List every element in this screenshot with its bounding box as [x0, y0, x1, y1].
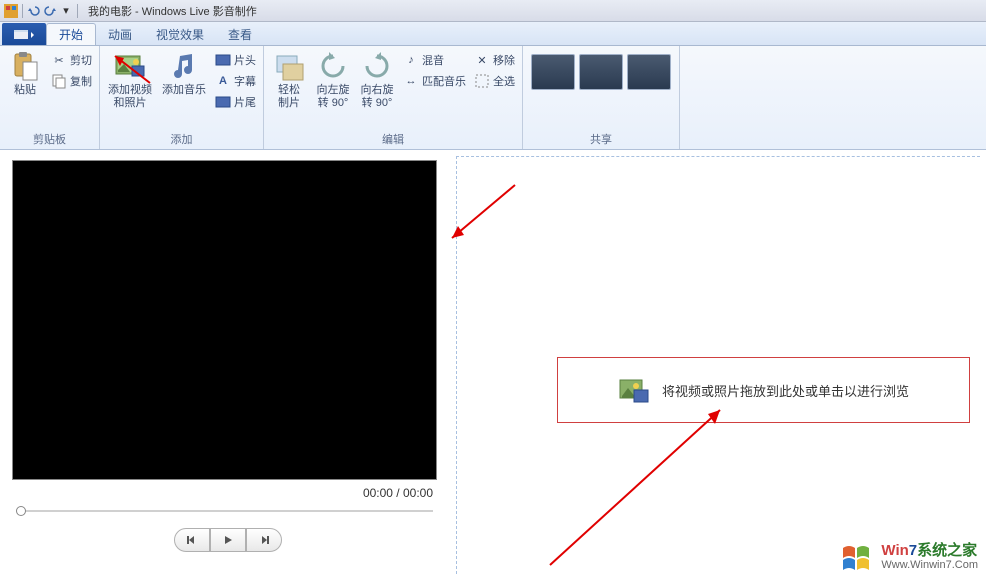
windows-logo-icon: [839, 542, 875, 574]
music-icon: [168, 50, 200, 82]
ribbon: 粘贴 ✂剪切 复制 剪贴板 添加视频 和照片 添加音乐 片头 A字幕 片尾: [0, 46, 986, 150]
app-icon: [4, 4, 18, 18]
tab-animation[interactable]: 动画: [96, 23, 144, 45]
window-title: 我的电影 - Windows Live 影音制作: [84, 3, 257, 19]
drop-hint-text: 将视频或照片拖放到此处或单击以进行浏览: [662, 381, 909, 400]
watermark-url: Www.Winwin7.Com: [881, 558, 978, 572]
group-add: 添加视频 和照片 添加音乐 片头 A字幕 片尾 添加: [100, 46, 264, 149]
selectall-icon: [474, 73, 490, 89]
ribbon-tabs: 开始 动画 视觉效果 查看: [0, 22, 986, 46]
copy-button[interactable]: 复制: [48, 71, 95, 91]
rotate-left-icon: [317, 50, 349, 82]
title-bar: ▾ 我的电影 - Windows Live 影音制作: [0, 0, 986, 22]
file-tab[interactable]: [2, 23, 46, 45]
caption-button[interactable]: A字幕: [212, 71, 259, 91]
mix-button[interactable]: ♪混音: [400, 50, 469, 70]
remove-icon: ✕: [474, 52, 490, 68]
play-button[interactable]: [210, 528, 246, 552]
rotate-left-button[interactable]: 向左旋 转 90°: [312, 48, 354, 112]
undo-icon[interactable]: [27, 4, 41, 18]
share-gallery[interactable]: [527, 48, 675, 96]
timeline-pane[interactable]: 将视频或照片拖放到此处或单击以进行浏览: [456, 156, 980, 574]
tab-view[interactable]: 查看: [216, 23, 264, 45]
redo-icon[interactable]: [43, 4, 57, 18]
rotate-right-button[interactable]: 向右旋 转 90°: [356, 48, 398, 112]
title-button[interactable]: 片头: [212, 50, 259, 70]
watermark: Win7系统之家 Www.Winwin7.Com: [839, 542, 978, 574]
credits-button[interactable]: 片尾: [212, 92, 259, 112]
title-icon: [215, 52, 231, 68]
caption-icon: A: [215, 73, 231, 89]
drop-hint-box[interactable]: 将视频或照片拖放到此处或单击以进行浏览: [557, 357, 970, 423]
group-clipboard: 粘贴 ✂剪切 复制 剪贴板: [0, 46, 100, 149]
fit-music-button[interactable]: ↔匹配音乐: [400, 71, 469, 91]
share-thumb[interactable]: [531, 54, 575, 90]
preview-pane: 00:00 / 00:00: [0, 150, 456, 580]
copy-icon: [51, 73, 67, 89]
share-thumb[interactable]: [627, 54, 671, 90]
share-thumb[interactable]: [579, 54, 623, 90]
video-preview: [12, 160, 437, 480]
tab-home[interactable]: 开始: [46, 23, 96, 45]
credits-icon: [215, 94, 231, 110]
easy-clip-button[interactable]: 轻松 制片: [268, 48, 310, 112]
prev-frame-button[interactable]: [174, 528, 210, 552]
playback-controls: [12, 528, 444, 552]
video-photo-icon: [114, 50, 146, 82]
playback-time: 00:00 / 00:00: [12, 480, 437, 504]
paste-button[interactable]: 粘贴: [4, 48, 46, 99]
qat-dropdown-icon[interactable]: ▾: [59, 4, 73, 18]
workspace: 00:00 / 00:00 将视频或照片拖放到此处或单击以进行浏览: [0, 150, 986, 580]
tab-visual-effects[interactable]: 视觉效果: [144, 23, 216, 45]
media-icon: [618, 376, 650, 404]
select-all-button[interactable]: 全选: [471, 71, 518, 91]
group-edit: 轻松 制片 向左旋 转 90° 向右旋 转 90° ♪混音 ↔匹配音乐 ✕移除 …: [264, 46, 523, 149]
rotate-right-icon: [361, 50, 393, 82]
cut-button[interactable]: ✂剪切: [48, 50, 95, 70]
fitmusic-icon: ↔: [403, 73, 419, 89]
watermark-brand: Win7系统之家: [881, 544, 977, 558]
add-music-button[interactable]: 添加音乐: [158, 48, 210, 99]
quick-access-toolbar: ▾: [0, 4, 84, 18]
easyclip-icon: [273, 50, 305, 82]
seek-slider[interactable]: [12, 504, 437, 518]
remove-button[interactable]: ✕移除: [471, 50, 518, 70]
paste-icon: [9, 50, 41, 82]
next-frame-button[interactable]: [246, 528, 282, 552]
cut-icon: ✂: [51, 52, 67, 68]
mix-icon: ♪: [403, 52, 419, 68]
add-video-photo-button[interactable]: 添加视频 和照片: [104, 48, 156, 112]
group-share: 共享: [523, 46, 680, 149]
